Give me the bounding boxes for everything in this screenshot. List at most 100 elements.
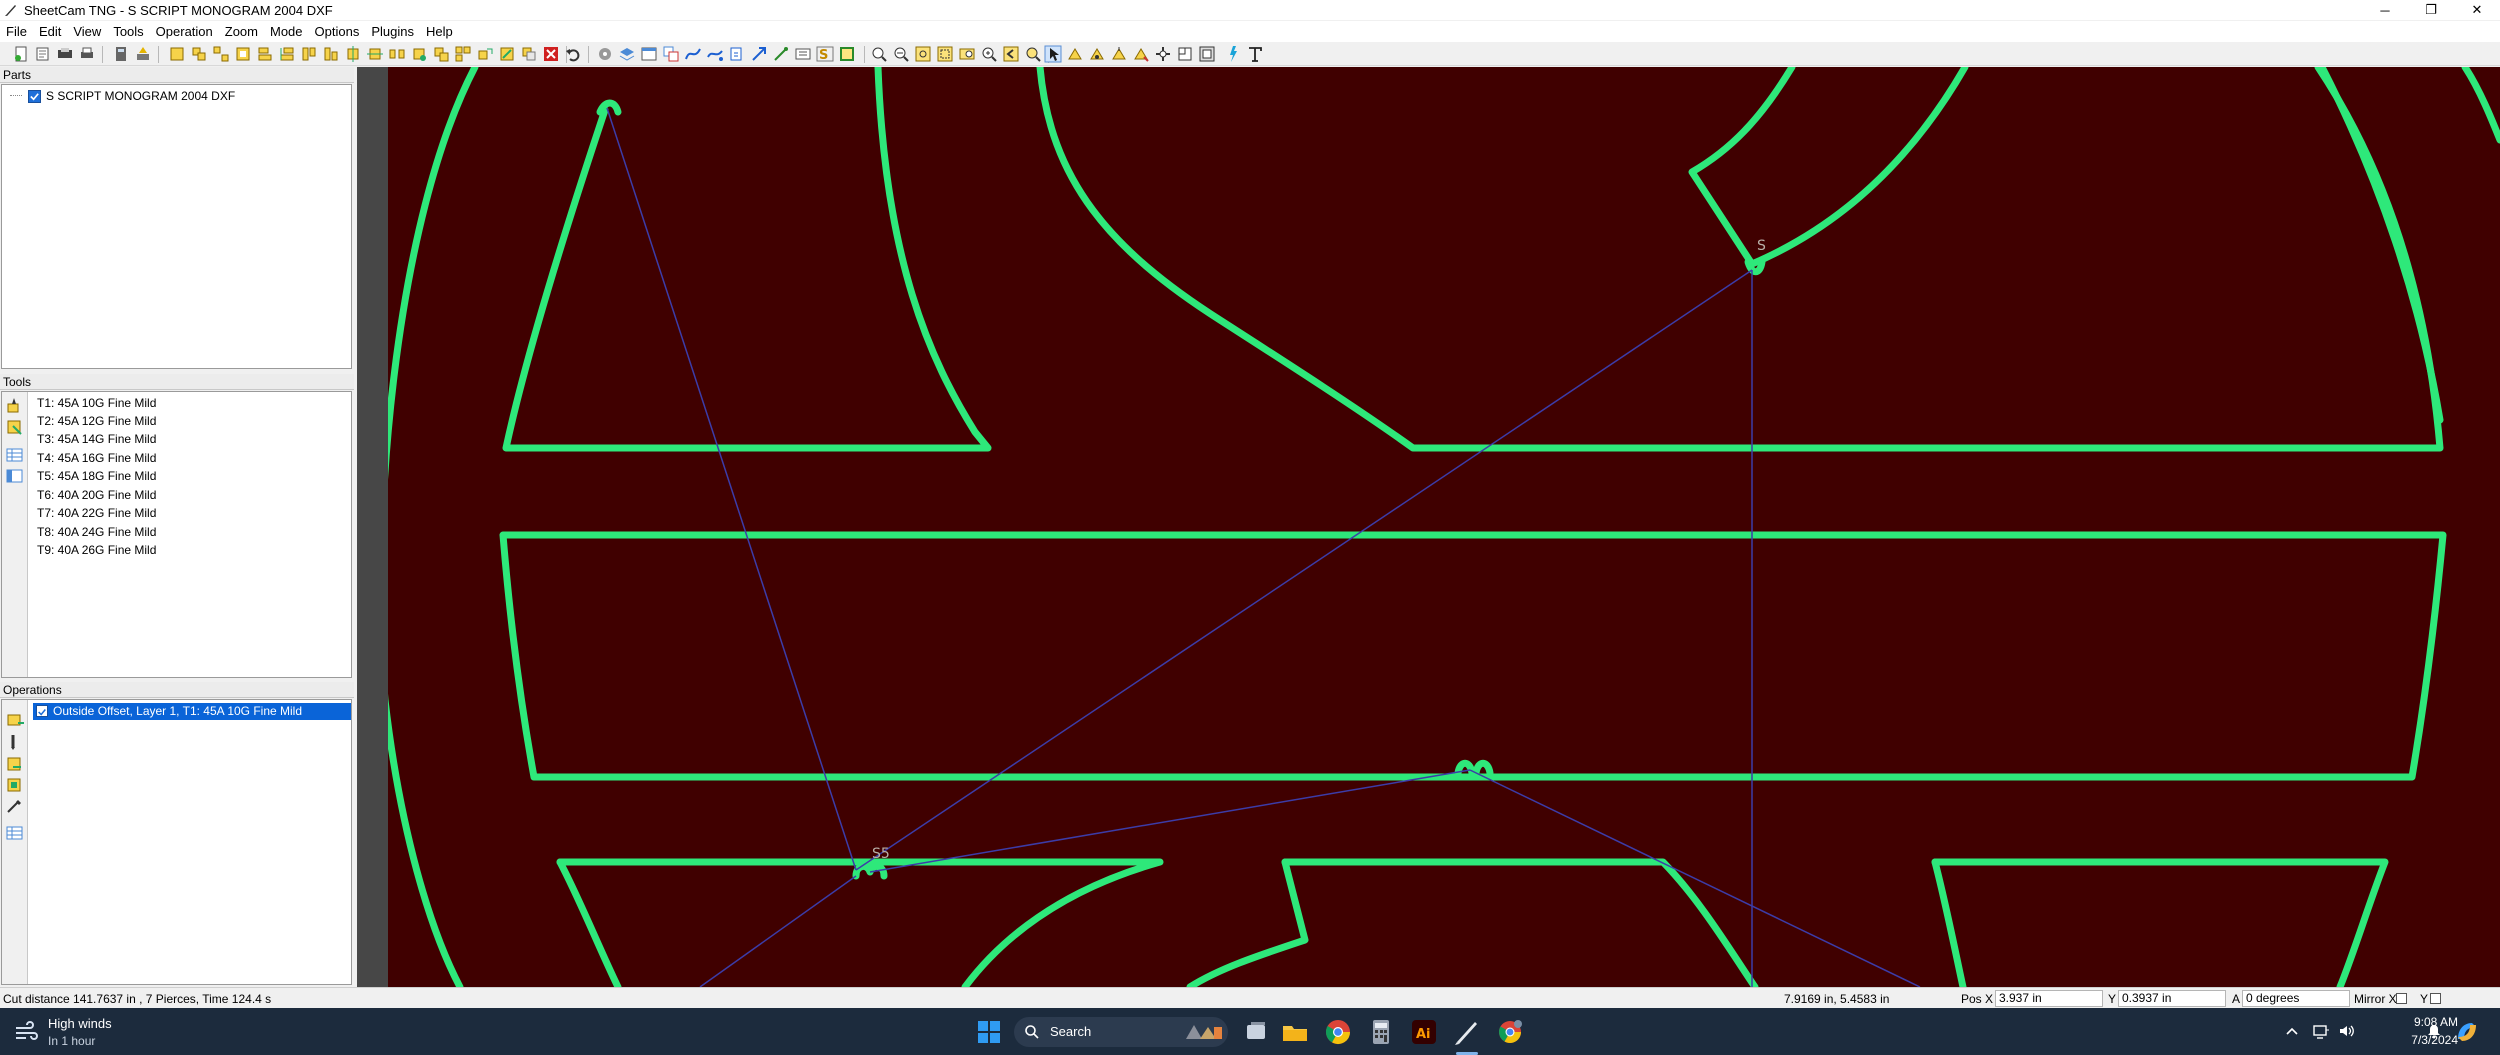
new-operation-icon[interactable] bbox=[5, 711, 25, 729]
menu-tools[interactable]: Tools bbox=[107, 21, 149, 42]
zoom-out-icon[interactable] bbox=[892, 45, 910, 63]
operation-checkbox[interactable] bbox=[36, 705, 48, 717]
menu-edit[interactable]: Edit bbox=[33, 21, 67, 42]
nest-icon[interactable] bbox=[234, 45, 252, 63]
start-point-icon[interactable] bbox=[838, 45, 856, 63]
show-hidden-icons-icon[interactable] bbox=[2284, 1023, 2300, 1039]
wind-weather-icon[interactable] bbox=[14, 1020, 40, 1044]
minimize-button[interactable]: ─ bbox=[2362, 0, 2408, 20]
tool-row[interactable]: T4: 45A 16G Fine Mild bbox=[37, 449, 156, 467]
show-paths-icon[interactable] bbox=[706, 45, 724, 63]
sheetcam-taskbar-icon[interactable] bbox=[1451, 1016, 1483, 1048]
notification-bell-icon[interactable] bbox=[2426, 1023, 2442, 1039]
menu-options[interactable]: Options bbox=[309, 21, 366, 42]
lead-in-icon[interactable] bbox=[728, 45, 746, 63]
center-v-icon[interactable] bbox=[366, 45, 384, 63]
menu-help[interactable]: Help bbox=[420, 21, 459, 42]
taskbar-search-box[interactable]: Search bbox=[1014, 1017, 1228, 1047]
delete-part-icon[interactable] bbox=[542, 45, 560, 63]
move-tool-icon[interactable] bbox=[1066, 45, 1084, 63]
set-origin-icon[interactable] bbox=[1176, 45, 1194, 63]
calculator-icon[interactable] bbox=[112, 45, 130, 63]
center-h-icon[interactable] bbox=[344, 45, 362, 63]
illustrator-icon[interactable]: Ai bbox=[1408, 1016, 1440, 1048]
windows-start-icon[interactable] bbox=[973, 1016, 1005, 1048]
maximize-button[interactable]: ❐ bbox=[2408, 0, 2454, 20]
tool-row[interactable]: T7: 40A 22G Fine Mild bbox=[37, 504, 156, 522]
node-edit-icon[interactable] bbox=[1110, 45, 1128, 63]
print-icon[interactable] bbox=[78, 45, 96, 63]
text-tool-icon[interactable] bbox=[1246, 45, 1264, 63]
calculator-app-icon[interactable] bbox=[1365, 1016, 1397, 1048]
pos-x-input[interactable]: 3.937 in bbox=[1995, 990, 2103, 1007]
distribute-icon[interactable] bbox=[388, 45, 406, 63]
chrome-icon[interactable] bbox=[1322, 1016, 1354, 1048]
zoom-fit-icon[interactable] bbox=[914, 45, 932, 63]
job-options-icon[interactable] bbox=[640, 45, 658, 63]
clock-date[interactable]: 7/3/2024 bbox=[2378, 1033, 2458, 1047]
close-button[interactable]: ✕ bbox=[2454, 0, 2500, 20]
tool-row[interactable]: T5: 45A 18G Fine Mild bbox=[37, 467, 156, 485]
tool-row[interactable]: T9: 40A 26G Fine Mild bbox=[37, 541, 156, 559]
tool-row[interactable]: T1: 45A 10G Fine Mild bbox=[37, 394, 156, 412]
combine-icon[interactable] bbox=[476, 45, 494, 63]
mirror-x-checkbox[interactable] bbox=[2396, 993, 2407, 1004]
engrave-operation-icon[interactable] bbox=[5, 797, 25, 815]
rotate-part-icon[interactable] bbox=[410, 45, 428, 63]
save-icon[interactable] bbox=[56, 45, 74, 63]
tool-row[interactable]: T6: 40A 20G Fine Mild bbox=[37, 486, 156, 504]
network-icon[interactable] bbox=[2312, 1022, 2330, 1040]
operation-row-selected[interactable]: Outside Offset, Layer 1, T1: 45A 10G Fin… bbox=[33, 703, 351, 720]
tool-row[interactable]: T8: 40A 24G Fine Mild bbox=[37, 523, 156, 541]
menu-plugins[interactable]: Plugins bbox=[365, 21, 420, 42]
tool-row[interactable]: T3: 45A 14G Fine Mild bbox=[37, 430, 156, 448]
drill-operation-icon[interactable] bbox=[5, 733, 25, 751]
file-explorer-icon[interactable] bbox=[1279, 1016, 1311, 1048]
drawing-canvas[interactable]: S5 S bbox=[388, 67, 2500, 987]
part-checkbox[interactable] bbox=[28, 90, 41, 103]
copy-part-icon[interactable] bbox=[520, 45, 538, 63]
new-file-icon[interactable] bbox=[12, 45, 30, 63]
align-bottom-icon[interactable] bbox=[322, 45, 340, 63]
align-left-icon[interactable] bbox=[256, 45, 274, 63]
lock-part-icon[interactable] bbox=[432, 45, 450, 63]
sheet-icon[interactable] bbox=[1198, 45, 1216, 63]
new-tool-icon[interactable] bbox=[5, 396, 25, 414]
select-all-icon[interactable] bbox=[168, 45, 186, 63]
scale-part-icon[interactable] bbox=[498, 45, 516, 63]
group-icon[interactable] bbox=[190, 45, 208, 63]
pos-y-input[interactable]: 0.3937 in bbox=[2118, 990, 2226, 1007]
zoom-next-icon[interactable] bbox=[1024, 45, 1042, 63]
weather-title[interactable]: High winds bbox=[48, 1016, 112, 1031]
edit-tool-icon[interactable] bbox=[5, 418, 25, 436]
layers-icon[interactable] bbox=[618, 45, 636, 63]
volume-icon[interactable] bbox=[2338, 1022, 2356, 1040]
task-view-icon[interactable] bbox=[1240, 1016, 1272, 1048]
tool-table-list-icon[interactable] bbox=[5, 446, 25, 464]
zoom-prev-icon[interactable] bbox=[1002, 45, 1020, 63]
path-rules-icon[interactable] bbox=[684, 45, 702, 63]
zoom-window-icon[interactable] bbox=[936, 45, 954, 63]
menu-mode[interactable]: Mode bbox=[264, 21, 309, 42]
zoom-all-icon[interactable] bbox=[980, 45, 998, 63]
align-right-icon[interactable] bbox=[278, 45, 296, 63]
cut-path-edit-icon[interactable] bbox=[1132, 45, 1150, 63]
tool-row[interactable]: T2: 45A 12G Fine Mild bbox=[37, 412, 156, 430]
array-icon[interactable] bbox=[454, 45, 472, 63]
select-tool-icon[interactable] bbox=[1044, 45, 1062, 63]
part-item-label[interactable]: S SCRIPT MONOGRAM 2004 DXF bbox=[46, 89, 235, 103]
post-process-icon[interactable] bbox=[134, 45, 152, 63]
measure-icon[interactable] bbox=[1154, 45, 1172, 63]
menu-file[interactable]: File bbox=[0, 21, 33, 42]
tool-library-icon[interactable] bbox=[5, 467, 25, 485]
open-file-icon[interactable] bbox=[34, 45, 52, 63]
zoom-in-icon[interactable] bbox=[870, 45, 888, 63]
ungroup-icon[interactable] bbox=[212, 45, 230, 63]
snap-icon[interactable]: S bbox=[816, 45, 834, 63]
align-top-icon[interactable] bbox=[300, 45, 318, 63]
process-icon[interactable] bbox=[596, 45, 614, 63]
menu-operation[interactable]: Operation bbox=[150, 21, 219, 42]
contour-operation-icon[interactable] bbox=[5, 755, 25, 773]
chrome-profile-icon[interactable] bbox=[1494, 1016, 1526, 1048]
angle-input[interactable]: 0 degrees bbox=[2242, 990, 2350, 1007]
